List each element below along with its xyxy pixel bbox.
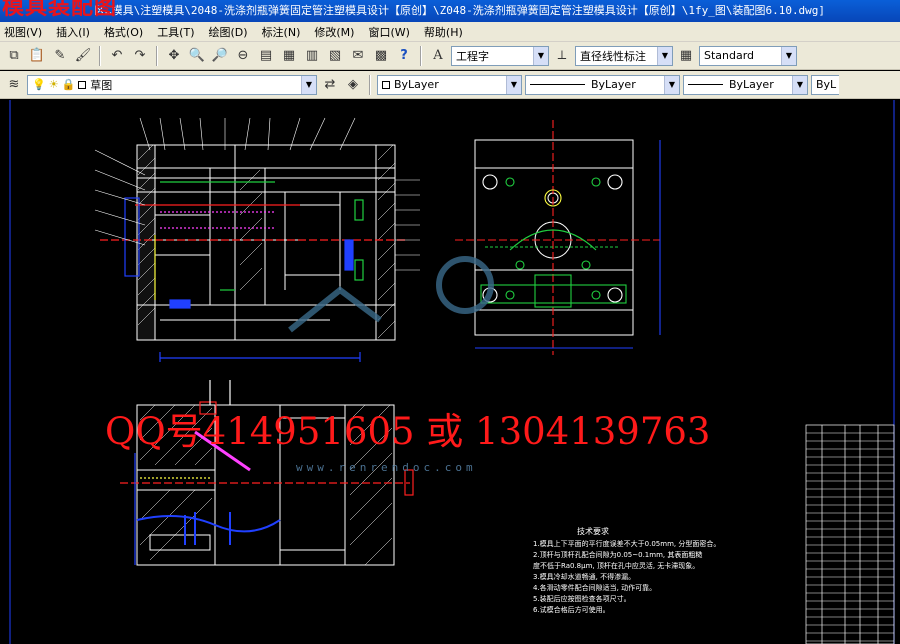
watermark-title: 模具装配图 — [2, 0, 118, 20]
tech-note: 2.顶杆与顶杆孔配合间隙为0.05~0.1mm, 其表面粗糙 — [533, 551, 703, 559]
chevron-down-icon[interactable]: ▼ — [781, 46, 796, 65]
zoom-realtime-icon[interactable]: 🔍 — [187, 46, 207, 66]
color-select[interactable]: ByLayer ▼ — [377, 74, 522, 95]
sun-icon: ☀ — [48, 78, 59, 91]
watermark-contact: QQ号414951605 或 1304139763 — [105, 410, 711, 453]
tech-note: 1.模具上下平面的平行度误差不大于0.05mm, 分型面密合。 — [533, 540, 721, 548]
window-titlebar: 区…模具\注塑模具\2048-洗涤剂瓶弹簧固定管注塑模具设计【原创】\Z048-… — [0, 0, 900, 22]
menu-draw[interactable]: 绘图(D) — [209, 24, 248, 40]
make-current-icon[interactable]: ⇄ — [320, 75, 340, 95]
lineweight-value: ByLayer — [729, 78, 774, 91]
layer-name: 草图 — [90, 78, 113, 92]
watermark-logo — [288, 256, 494, 333]
linetype-sample — [530, 84, 585, 85]
plan-view — [474, 139, 634, 336]
chevron-down-icon[interactable]: ▼ — [657, 46, 672, 65]
main-section-view — [136, 144, 396, 341]
zoom-previous-icon[interactable]: ⊖ — [233, 46, 253, 66]
toolbar-separator — [369, 74, 371, 95]
chevron-down-icon[interactable]: ▼ — [506, 75, 521, 94]
linetype-select[interactable]: ByLayer ▼ — [525, 74, 680, 95]
tech-note: 5.装配后应按图检查各项尺寸。 — [533, 595, 631, 603]
help-icon[interactable]: ? — [394, 46, 414, 66]
undo-icon[interactable]: ↶ — [107, 46, 127, 66]
calculator-icon[interactable]: ▩ — [371, 46, 391, 66]
text-style-select[interactable]: 工程字 ▼ — [451, 45, 549, 66]
paste-icon[interactable]: 📋 — [27, 46, 47, 66]
chevron-down-icon[interactable]: ▼ — [792, 75, 807, 94]
text-style-value: 工程字 — [456, 49, 489, 63]
tech-note: 4.各滑动零件配合间隙适当, 动作可靠。 — [533, 584, 657, 592]
table-style-select[interactable]: Standard ▼ — [699, 45, 797, 66]
standard-toolbar: ⧉ 📋 ✎ 🖌 ↶ ↷ ✥ 🔍 🔎 ⊖ ▤ ▦ ▥ ▧ ✉ ▩ ? A 工程字 … — [0, 42, 900, 70]
chevron-down-icon[interactable]: ▼ — [664, 75, 679, 94]
tech-note: 度不低于Ra0.8μm, 顶杆在孔中应灵活, 无卡滞现象。 — [533, 562, 700, 570]
menu-format[interactable]: 格式(O) — [104, 24, 143, 40]
menu-view[interactable]: 视图(V) — [4, 24, 42, 40]
menu-window[interactable]: 窗口(W) — [368, 24, 409, 40]
parts-list-rows — [806, 432, 894, 642]
lightbulb-icon: 💡 — [32, 78, 46, 91]
chevron-down-icon[interactable]: ▼ — [301, 75, 316, 94]
lineweight-sample — [688, 84, 723, 85]
dim-style-icon[interactable]: ⟂ — [552, 46, 572, 66]
sheet-set-icon[interactable]: ▧ — [325, 46, 345, 66]
menu-modify[interactable]: 修改(M) — [314, 24, 354, 40]
table-style-value: Standard — [704, 49, 755, 62]
redo-icon[interactable]: ↷ — [130, 46, 150, 66]
plotstyle-value: ByL — [816, 78, 837, 91]
menu-insert[interactable]: 插入(I) — [56, 24, 90, 40]
linetype-value: ByLayer — [591, 78, 636, 91]
layer-select[interactable]: 💡 ☀ 🔒 草图 ▼ — [27, 74, 317, 95]
layer-manager-icon[interactable]: ≋ — [4, 75, 24, 95]
toolbar-separator — [156, 45, 158, 66]
chevron-down-icon[interactable]: ▼ — [533, 46, 548, 65]
menu-help[interactable]: 帮助(H) — [424, 24, 463, 40]
properties-icon[interactable]: ▤ — [256, 46, 276, 66]
cad-drawing — [9, 100, 895, 644]
layer-previous-icon[interactable]: ◈ — [343, 75, 363, 95]
design-center-icon[interactable]: ▦ — [279, 46, 299, 66]
text-style-icon[interactable]: A — [428, 46, 448, 66]
parts-list-table — [805, 424, 895, 644]
pan-icon[interactable]: ✥ — [164, 46, 184, 66]
color-value: ByLayer — [394, 78, 439, 91]
lineweight-select[interactable]: ByLayer ▼ — [683, 74, 808, 95]
zoom-window-icon[interactable]: 🔎 — [210, 46, 230, 66]
tech-note: 6.试模合格后方可使用。 — [533, 606, 610, 614]
lock-icon: 🔒 — [61, 78, 76, 91]
plan-view-colored — [455, 120, 661, 355]
table-style-icon[interactable]: ▦ — [676, 46, 696, 66]
layers-toolbar: ≋ 💡 ☀ 🔒 草图 ▼ ⇄ ◈ ByLayer ▼ ByLayer ▼ ByL… — [0, 71, 900, 99]
window-title: 区…模具\注塑模具\2048-洗涤剂瓶弹簧固定管注塑模具设计【原创】\Z048-… — [94, 4, 826, 17]
color-swatch-icon — [382, 80, 390, 89]
drawing-canvas[interactable]: QQ号414951605 或 1304139763 www.renrendoc.… — [0, 100, 900, 644]
dim-style-select[interactable]: 直径线性标注 ▼ — [575, 45, 673, 66]
tech-title: 技术要求 — [577, 527, 609, 536]
dim-style-value: 直径线性标注 — [580, 49, 646, 63]
menu-tools[interactable]: 工具(T) — [157, 24, 194, 40]
copy-icon[interactable]: ⧉ — [4, 46, 24, 66]
toolbar-separator — [420, 45, 422, 66]
menu-dimension[interactable]: 标注(N) — [262, 24, 301, 40]
technical-requirements: 技术要求 1.模具上下平面的平行度误差不大于0.05mm, 分型面密合。 2.顶… — [533, 526, 763, 616]
markup-icon[interactable]: ✉ — [348, 46, 368, 66]
toolbar-separator — [99, 45, 101, 66]
plotstyle-select[interactable]: ByL — [811, 74, 839, 95]
watermark-site: www.renrendoc.com — [296, 461, 477, 474]
menu-bar: 视图(V) 插入(I) 格式(O) 工具(T) 绘图(D) 标注(N) 修改(M… — [0, 22, 900, 42]
tool-palette-icon[interactable]: ▥ — [302, 46, 322, 66]
tech-note: 3.模具冷却水道畅通, 不得渗漏。 — [533, 573, 636, 581]
match-properties-icon[interactable]: ✎ — [50, 46, 70, 66]
color-swatch-icon — [78, 80, 87, 89]
brush-icon[interactable]: 🖌 — [73, 46, 93, 66]
